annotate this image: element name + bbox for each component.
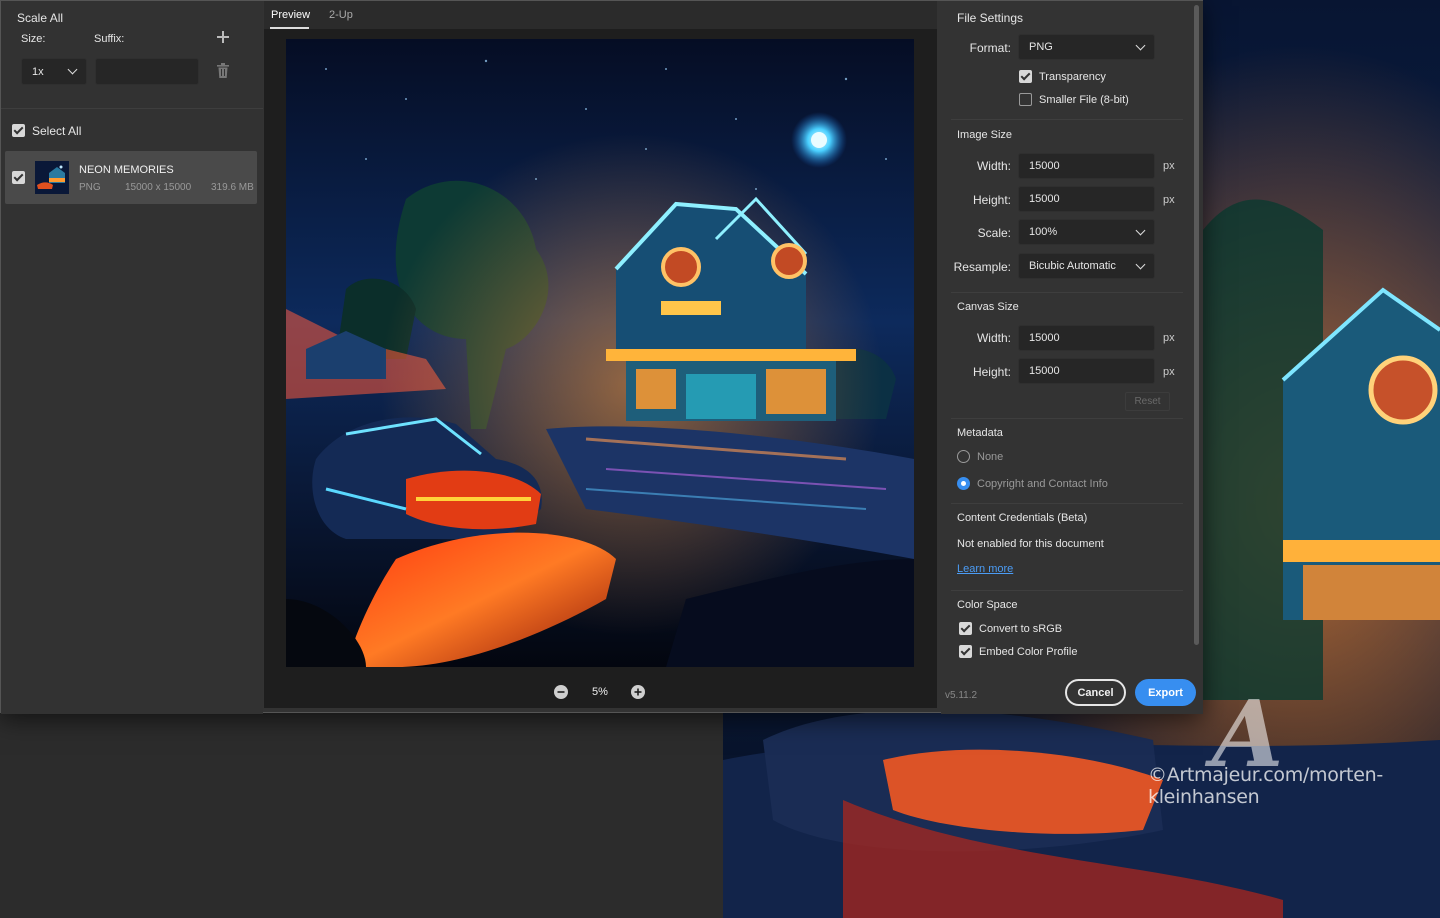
active-tab-indicator (270, 27, 309, 29)
export-button[interactable]: Export (1135, 679, 1196, 706)
scale-label: Scale: (977, 226, 1011, 240)
canvas-width-label: Width: (976, 331, 1011, 345)
divider (951, 418, 1183, 419)
resample-select-value: Bicubic Automatic (1029, 260, 1116, 272)
content-credentials-status: Not enabled for this document (957, 538, 1104, 550)
smaller-file-label: Smaller File (8-bit) (1039, 94, 1129, 106)
cancel-button[interactable]: Cancel (1065, 679, 1126, 706)
metadata-none-radio[interactable] (957, 450, 970, 463)
size-select-value: 1x (32, 65, 44, 78)
format-label: Format: (969, 41, 1011, 55)
size-label: Size: (21, 33, 46, 45)
canvas-height-unit: px (1163, 366, 1175, 378)
embed-profile-label: Embed Color Profile (979, 646, 1078, 658)
canvas-width-input[interactable]: 15000 (1018, 325, 1155, 351)
divider (951, 119, 1183, 120)
select-all-label: Select All (32, 124, 82, 138)
scale-all-label: Scale All (17, 11, 64, 25)
convert-srgb-label: Convert to sRGB (979, 623, 1063, 635)
asset-row[interactable]: NEON MEMORIES PNG 15000 x 15000 319.6 MB (5, 151, 257, 204)
embed-profile-checkbox[interactable] (959, 645, 972, 658)
format-select[interactable]: PNG (1018, 34, 1155, 60)
add-scale-icon[interactable] (215, 29, 231, 45)
chevron-down-icon (1135, 40, 1146, 50)
canvas-height-input[interactable]: 15000 (1018, 358, 1155, 384)
resample-label: Resample: (953, 260, 1011, 274)
divider (1, 108, 263, 109)
zoom-level[interactable]: 5% (582, 686, 618, 698)
zoom-in-icon[interactable] (631, 685, 645, 699)
image-size-title: Image Size (957, 129, 1013, 141)
content-credentials-title: Content Credentials (Beta) (957, 512, 1088, 524)
trash-icon[interactable] (216, 63, 230, 79)
image-width-input[interactable]: 15000 (1018, 153, 1155, 179)
tab-preview[interactable]: Preview (271, 9, 310, 21)
asset-checkbox[interactable] (12, 171, 25, 184)
canvas-width-unit: px (1163, 332, 1175, 344)
transparency-checkbox[interactable] (1019, 70, 1032, 83)
export-as-dialog: Scale All Size: Suffix: 1x Select All NE… (0, 0, 1203, 714)
asset-thumbnail (35, 161, 69, 194)
settings-scrollbar[interactable] (1194, 5, 1199, 645)
zoom-out-icon[interactable] (554, 685, 568, 699)
tab-bar (264, 1, 937, 29)
left-panel: Scale All Size: Suffix: 1x Select All NE… (1, 1, 263, 714)
image-width-label: Width: (976, 159, 1011, 173)
divider (951, 292, 1183, 293)
version-label: v5.11.2 (945, 690, 978, 701)
resample-select[interactable]: Bicubic Automatic (1018, 253, 1155, 279)
metadata-copyright-label: Copyright and Contact Info (977, 478, 1108, 490)
reset-button[interactable]: Reset (1125, 392, 1170, 411)
chevron-down-icon (1135, 259, 1146, 269)
suffix-label: Suffix: (94, 33, 125, 45)
format-select-value: PNG (1029, 41, 1053, 53)
file-settings-title: File Settings (957, 11, 1024, 25)
scale-select[interactable]: 100% (1018, 219, 1155, 245)
asset-dimensions: 15000 x 15000 (125, 182, 192, 193)
chevron-down-icon (1135, 225, 1146, 235)
chevron-down-icon (67, 64, 78, 75)
asset-filesize: 319.6 MB (211, 182, 254, 193)
canvas-height-label: Height: (972, 365, 1011, 379)
divider (951, 503, 1183, 504)
color-space-title: Color Space (957, 599, 1018, 611)
size-select[interactable]: 1x (21, 58, 87, 85)
tab-2-up[interactable]: 2-Up (329, 9, 353, 21)
watermark-text: ©Artmajeur.com/morten-kleinhansen (1148, 764, 1383, 808)
suffix-input[interactable] (95, 58, 199, 85)
asset-format: PNG (79, 182, 101, 193)
settings-panel: File Settings Format: PNG Transparency S… (941, 1, 1203, 714)
divider (951, 590, 1183, 591)
asset-name: NEON MEMORIES (79, 164, 174, 176)
metadata-none-label: None (977, 451, 1004, 463)
image-height-label: Height: (972, 193, 1011, 207)
image-height-input[interactable]: 15000 (1018, 186, 1155, 212)
scale-select-value: 100% (1029, 226, 1058, 238)
convert-srgb-checkbox[interactable] (959, 622, 972, 635)
preview-area: Preview 2-Up 5% (264, 1, 937, 708)
transparency-label: Transparency (1039, 71, 1106, 83)
preview-image (286, 39, 914, 667)
learn-more-link[interactable]: Learn more (957, 563, 1013, 575)
image-width-unit: px (1163, 160, 1175, 172)
metadata-title: Metadata (957, 427, 1003, 439)
smaller-file-checkbox[interactable] (1019, 93, 1032, 106)
canvas-size-title: Canvas Size (957, 301, 1019, 313)
select-all-checkbox[interactable] (12, 124, 25, 137)
image-height-unit: px (1163, 194, 1175, 206)
metadata-copyright-radio[interactable] (957, 477, 970, 490)
